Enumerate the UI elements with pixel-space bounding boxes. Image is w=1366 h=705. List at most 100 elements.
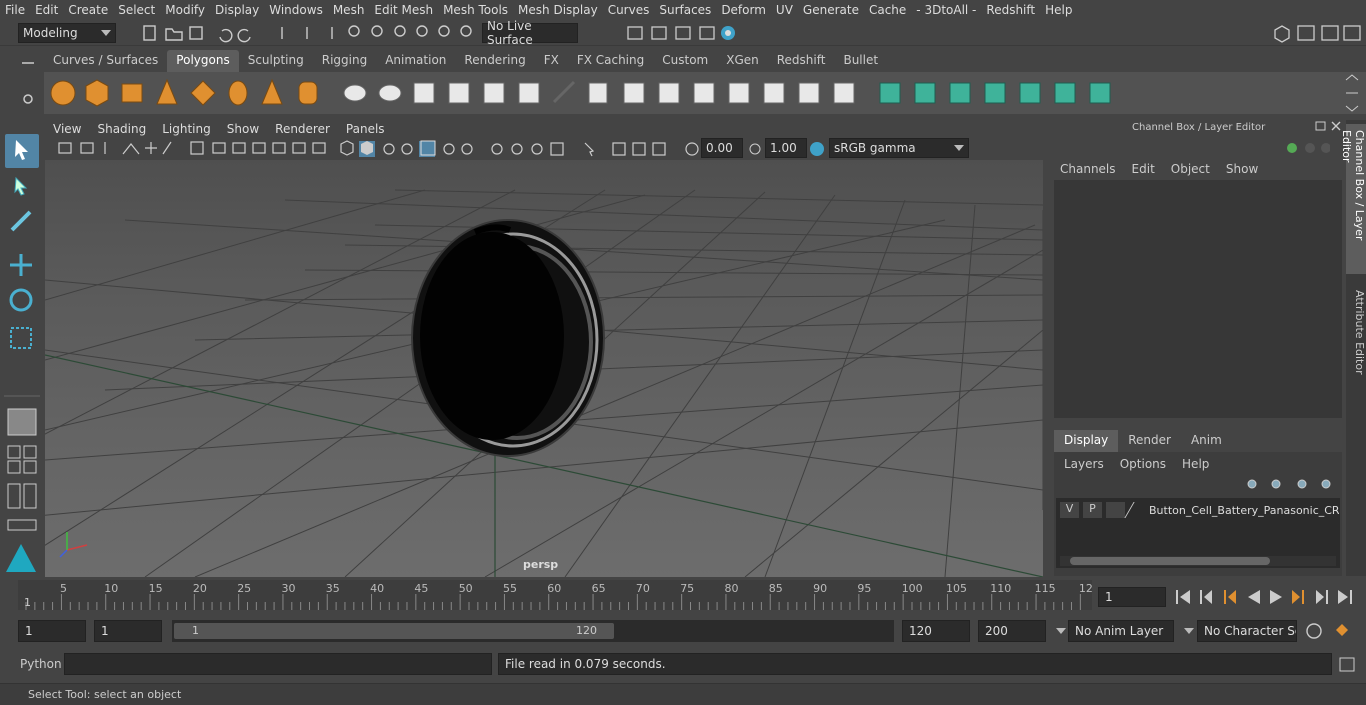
tab-xgen[interactable]: XGen bbox=[717, 50, 768, 72]
time-slider[interactable]: 5 10 15 20 25 30 35 40 45 50 55 60 65 70 75 80 85 90 95 100… bbox=[18, 580, 1093, 610]
xray-active-icon bbox=[632, 142, 646, 156]
tab-curves-surfaces[interactable]: Curves / Surfaces bbox=[44, 50, 167, 72]
poly-plane-icon bbox=[190, 80, 216, 106]
tab-polygons[interactable]: Polygons bbox=[167, 50, 239, 72]
lights-icon bbox=[443, 143, 455, 155]
bridge-icon bbox=[483, 82, 505, 104]
channel-box-side-tab[interactable]: Channel Box / Layer Editor bbox=[1340, 124, 1366, 274]
isolate-select-icon bbox=[584, 142, 595, 157]
tab-redshift[interactable]: Redshift bbox=[768, 50, 835, 72]
current-frame-field[interactable]: 1 bbox=[1098, 587, 1166, 607]
menu-display[interactable]: Display bbox=[210, 3, 264, 17]
command-language-label[interactable]: Python bbox=[20, 657, 62, 671]
tab-sculpting[interactable]: Sculpting bbox=[239, 50, 313, 72]
show-menu[interactable]: Show bbox=[1226, 162, 1258, 176]
viewport-menu-renderer[interactable]: Renderer bbox=[267, 122, 338, 136]
exposure-icon bbox=[685, 142, 699, 156]
menu-mesh[interactable]: Mesh bbox=[328, 3, 370, 17]
workspace-dropdown[interactable]: Modeling bbox=[18, 23, 116, 43]
tab-rigging[interactable]: Rigging bbox=[313, 50, 376, 72]
new-empty-layer-icon bbox=[1297, 479, 1307, 489]
menu-generate[interactable]: Generate bbox=[798, 3, 864, 17]
menu-3dtoall[interactable]: - 3DtoAll - bbox=[911, 3, 981, 17]
viewport-menu-show[interactable]: Show bbox=[219, 122, 267, 136]
four-pane-icon bbox=[23, 445, 37, 459]
tab-bullet[interactable]: Bullet bbox=[834, 50, 887, 72]
range-slider-bar: 1 1 1 120 120 200 No Anim Layer No Chara… bbox=[0, 618, 1366, 646]
poly-cone-icon bbox=[156, 78, 178, 105]
options-menu[interactable]: Options bbox=[1120, 457, 1166, 471]
layer-display-type[interactable] bbox=[1106, 502, 1125, 518]
menu-edit[interactable]: Edit bbox=[30, 3, 63, 17]
tab-anim[interactable]: Anim bbox=[1181, 430, 1232, 452]
script-editor-icon[interactable] bbox=[1338, 656, 1358, 674]
menu-deform[interactable]: Deform bbox=[716, 3, 771, 17]
tab-fx-caching[interactable]: FX Caching bbox=[568, 50, 653, 72]
single-pane-icon bbox=[7, 445, 21, 459]
range-slider-handle[interactable] bbox=[174, 623, 614, 639]
playback-start-field[interactable]: 1 bbox=[94, 620, 162, 642]
menu-curves[interactable]: Curves bbox=[603, 3, 655, 17]
multicut-icon bbox=[623, 82, 645, 104]
layer-color-swatch[interactable] bbox=[1124, 502, 1150, 518]
menu-windows[interactable]: Windows bbox=[264, 3, 328, 17]
timeline-tick-label: 70 bbox=[636, 582, 650, 595]
playback-end-field[interactable]: 120 bbox=[902, 620, 970, 642]
object-menu[interactable]: Object bbox=[1171, 162, 1210, 176]
menu-edit-mesh[interactable]: Edit Mesh bbox=[369, 3, 438, 17]
layers-menu[interactable]: Layers bbox=[1064, 457, 1104, 471]
color-management-icon[interactable] bbox=[807, 138, 827, 160]
command-input[interactable] bbox=[64, 653, 492, 675]
range-slider[interactable]: 1 120 bbox=[172, 620, 894, 642]
tab-fx[interactable]: FX bbox=[535, 50, 568, 72]
tab-custom[interactable]: Custom bbox=[653, 50, 717, 72]
channels-menu[interactable]: Channels bbox=[1060, 162, 1116, 176]
anim-layer-field[interactable]: No Anim Layer bbox=[1068, 620, 1174, 642]
menu-modify[interactable]: Modify bbox=[160, 3, 210, 17]
layer-row[interactable]: V P Button_Cell_Battery_Panasonic_CR1025 bbox=[1060, 502, 1339, 518]
shadows-icon bbox=[461, 143, 473, 155]
menu-cache[interactable]: Cache bbox=[864, 3, 911, 17]
tab-render[interactable]: Render bbox=[1118, 430, 1181, 452]
character-set-field[interactable]: No Character Set bbox=[1197, 620, 1297, 642]
menu-mesh-display[interactable]: Mesh Display bbox=[513, 3, 603, 17]
menu-mesh-tools[interactable]: Mesh Tools bbox=[438, 3, 513, 17]
viewport-menu-shading[interactable]: Shading bbox=[89, 122, 154, 136]
layer-name[interactable]: Button_Cell_Battery_Panasonic_CR1025 bbox=[1149, 504, 1339, 517]
animation-start-field[interactable]: 1 bbox=[18, 620, 86, 642]
fps-dropdown[interactable] bbox=[1052, 621, 1066, 641]
edit-menu[interactable]: Edit bbox=[1132, 162, 1155, 176]
colorspace-label: sRGB gamma bbox=[834, 141, 916, 155]
viewport-menu-lighting[interactable]: Lighting bbox=[154, 122, 219, 136]
animation-end-field[interactable]: 200 bbox=[978, 620, 1046, 642]
anim-layer-dropdown[interactable] bbox=[1180, 621, 1194, 641]
menu-uv[interactable]: UV bbox=[771, 3, 798, 17]
layer-visibility-toggle[interactable]: V bbox=[1060, 502, 1079, 518]
playback-controls bbox=[1176, 590, 1352, 604]
camera-attributes-icon bbox=[80, 142, 94, 154]
menu-surfaces[interactable]: Surfaces bbox=[654, 3, 716, 17]
tab-display[interactable]: Display bbox=[1054, 430, 1119, 452]
menu-create[interactable]: Create bbox=[63, 3, 113, 17]
menu-select[interactable]: Select bbox=[113, 3, 160, 17]
viewport-menu-panels[interactable]: Panels bbox=[338, 122, 393, 136]
layer-scrollbar[interactable] bbox=[1060, 556, 1336, 566]
menu-redshift[interactable]: Redshift bbox=[981, 3, 1040, 17]
gamma-field[interactable]: 1.00 bbox=[765, 138, 807, 158]
colorspace-dropdown[interactable]: sRGB gamma bbox=[829, 138, 969, 158]
viewport-menu-view[interactable]: View bbox=[45, 122, 89, 136]
timeline-tick-label: 30 bbox=[282, 582, 296, 595]
layer-playback-toggle[interactable]: P bbox=[1083, 502, 1102, 518]
menu-help[interactable]: Help bbox=[1040, 3, 1077, 17]
layer-help-menu[interactable]: Help bbox=[1182, 457, 1209, 471]
perspective-viewport[interactable]: persp bbox=[45, 160, 1043, 577]
tab-rendering[interactable]: Rendering bbox=[455, 50, 534, 72]
gate-mask-icon bbox=[252, 142, 266, 154]
live-surface-field[interactable]: No Live Surface bbox=[482, 19, 578, 47]
menu-file[interactable]: File bbox=[0, 3, 30, 17]
gamma-icon bbox=[749, 143, 761, 155]
tab-animation[interactable]: Animation bbox=[376, 50, 455, 72]
axis-gizmo bbox=[59, 532, 88, 558]
attribute-editor-side-tab[interactable]: Attribute Editor bbox=[1346, 286, 1366, 386]
exposure-field[interactable]: 0.00 bbox=[701, 138, 743, 158]
